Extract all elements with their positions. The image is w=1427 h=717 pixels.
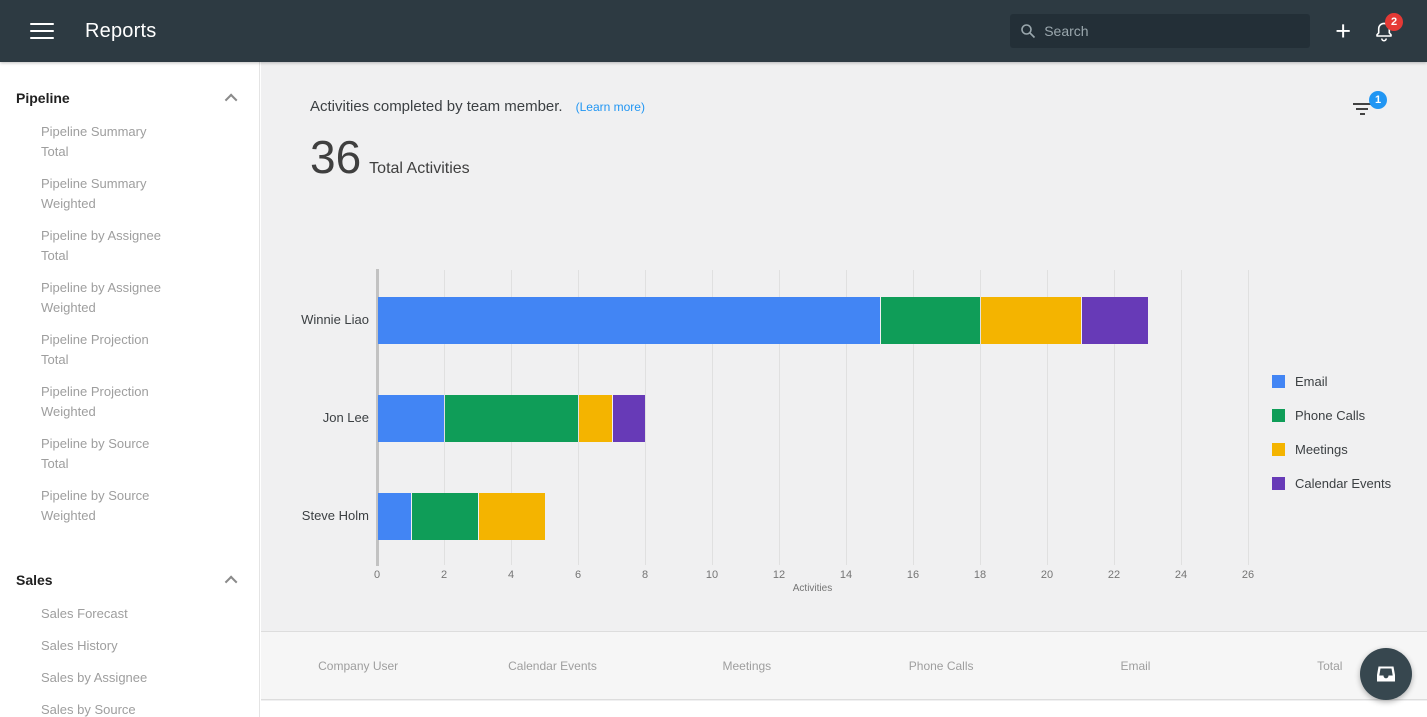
sidebar-item-pipeline-summary-total[interactable]: Pipeline Summary Total	[41, 122, 172, 162]
x-axis-title: Activities	[792, 583, 833, 594]
legend-swatch	[1272, 375, 1285, 388]
summary-table-header: Company User Calendar Events Meetings Phone…	[261, 631, 1427, 700]
x-tick-label: 26	[1241, 569, 1255, 581]
x-tick-label: 14	[839, 569, 853, 581]
x-tick-label: 16	[906, 569, 920, 581]
sidebar-section-header-pipeline[interactable]: Pipeline	[0, 90, 259, 106]
support-chat-button[interactable]	[1360, 648, 1412, 700]
sidebar-item-pipeline-projection-weighted[interactable]: Pipeline Projection Weighted	[41, 382, 172, 422]
sidebar-item-list: Sales Forecast Sales History Sales by Assi…	[0, 588, 259, 717]
report-title: Activities completed by team member.	[310, 98, 563, 115]
bar-winnie-liao-meetings[interactable]	[981, 296, 1081, 344]
sidebar-item-sales-by-assignee[interactable]: Sales by Assignee	[41, 668, 172, 688]
sidebar-section-header-sales[interactable]: Sales	[0, 572, 259, 588]
sidebar-item-sales-history[interactable]: Sales History	[41, 636, 172, 656]
x-tick-label: 8	[641, 569, 649, 581]
category-label: Winnie Liao	[301, 312, 369, 327]
table-column-phone-calls[interactable]: Phone Calls	[844, 659, 1038, 673]
bar-steve-holm-phone-calls[interactable]	[411, 492, 478, 540]
x-tick-label: 4	[507, 569, 515, 581]
legend-label: Email	[1295, 374, 1328, 389]
chevron-up-icon	[224, 93, 238, 106]
x-tick-label: 24	[1174, 569, 1188, 581]
search-icon	[1021, 24, 1036, 39]
sidebar-item-pipeline-projection-total[interactable]: Pipeline Projection Total	[41, 330, 172, 370]
app-bar: Reports + 2	[0, 0, 1427, 62]
page-title: Reports	[85, 19, 157, 42]
add-button[interactable]: +	[1335, 17, 1351, 45]
legend-label: Meetings	[1295, 442, 1348, 457]
legend-entry-calendar-events: Calendar Events	[1272, 476, 1391, 491]
bar-winnie-liao-calendar-events[interactable]	[1081, 296, 1148, 344]
sidebar-section-sales: Sales Sales Forecast Sales History Sales by…	[0, 538, 259, 717]
legend-label: Phone Calls	[1295, 408, 1366, 423]
total-activities-label: Total Activities	[369, 160, 470, 177]
bar-jon-lee-email[interactable]	[378, 394, 444, 442]
legend-swatch	[1272, 409, 1285, 422]
bar-steve-holm-meetings[interactable]	[478, 492, 545, 540]
menu-icon[interactable]	[30, 23, 54, 39]
legend-swatch	[1272, 443, 1285, 456]
sidebar-item-pipeline-summary-weighted[interactable]: Pipeline Summary Weighted	[41, 174, 172, 214]
total-activities-value: 36	[310, 131, 362, 183]
table-column-meetings[interactable]: Meetings	[650, 659, 844, 673]
bar-jon-lee-phone-calls[interactable]	[445, 394, 578, 442]
search-input[interactable]	[1036, 23, 1311, 39]
sidebar-section-label: Sales	[16, 572, 53, 588]
notification-count-badge: 2	[1385, 13, 1403, 31]
filter-icon	[1352, 103, 1372, 118]
sidebar-section-pipeline: Pipeline Pipeline Summary Total Pipeline S…	[0, 62, 259, 526]
x-tick-label: 10	[705, 569, 719, 581]
sidebar-item-pipeline-by-source-total[interactable]: Pipeline by Source Total	[41, 434, 172, 474]
category-label: Jon Lee	[322, 410, 369, 425]
category-label: Steve Holm	[301, 508, 369, 523]
notifications-button[interactable]: 2	[1373, 13, 1403, 43]
bar-winnie-liao-email[interactable]	[378, 296, 880, 344]
search-box[interactable]	[1010, 14, 1311, 48]
sidebar-item-sales-forecast[interactable]: Sales Forecast	[41, 604, 172, 624]
table-column-email[interactable]: Email	[1038, 659, 1232, 673]
legend-entry-email: Email	[1272, 374, 1328, 389]
legend-entry-phone-calls: Phone Calls	[1272, 408, 1365, 423]
sidebar-item-sales-by-source[interactable]: Sales by Source	[41, 700, 172, 717]
reports-sidebar: Pipeline Pipeline Summary Total Pipeline S…	[0, 62, 260, 717]
legend-entry-meetings: Meetings	[1272, 442, 1348, 457]
bar-jon-lee-calendar-events[interactable]	[612, 394, 645, 442]
x-tick-label: 18	[973, 569, 987, 581]
learn-more-link[interactable]: (Learn more)	[576, 100, 645, 114]
report-canvas: Activities completed by team member. (Le…	[261, 62, 1427, 717]
x-tick-label: 6	[574, 569, 582, 581]
chevron-up-icon	[224, 575, 238, 588]
table-column-company-user[interactable]: Company User	[261, 659, 455, 673]
inbox-icon	[1377, 666, 1395, 682]
bar-jon-lee-meetings[interactable]	[579, 394, 612, 442]
gridline	[1181, 270, 1182, 565]
filter-count-badge: 1	[1369, 91, 1387, 109]
x-tick-label: 12	[772, 569, 786, 581]
x-tick-label: 20	[1040, 569, 1054, 581]
legend-swatch	[1272, 477, 1285, 490]
x-tick-label: 22	[1107, 569, 1121, 581]
table-column-calendar-events[interactable]: Calendar Events	[455, 659, 649, 673]
legend-label: Calendar Events	[1295, 476, 1392, 491]
bar-steve-holm-email[interactable]	[378, 492, 411, 540]
sidebar-section-label: Pipeline	[16, 90, 70, 106]
gridline	[1248, 270, 1249, 565]
filter-button[interactable]: 1	[1352, 91, 1387, 121]
summary-table-body	[261, 701, 1427, 717]
sidebar-item-pipeline-by-assignee-weighted[interactable]: Pipeline by Assignee Weighted	[41, 278, 172, 318]
x-tick-label: 0	[373, 569, 381, 581]
sidebar-item-pipeline-by-assignee-total[interactable]: Pipeline by Assignee Total	[41, 226, 172, 266]
bar-winnie-liao-phone-calls[interactable]	[880, 296, 980, 344]
x-tick-label: 2	[440, 569, 448, 581]
sidebar-item-list: Pipeline Summary Total Pipeline Summary W…	[0, 106, 259, 526]
sidebar-item-pipeline-by-source-weighted[interactable]: Pipeline by Source Weighted	[41, 486, 172, 526]
